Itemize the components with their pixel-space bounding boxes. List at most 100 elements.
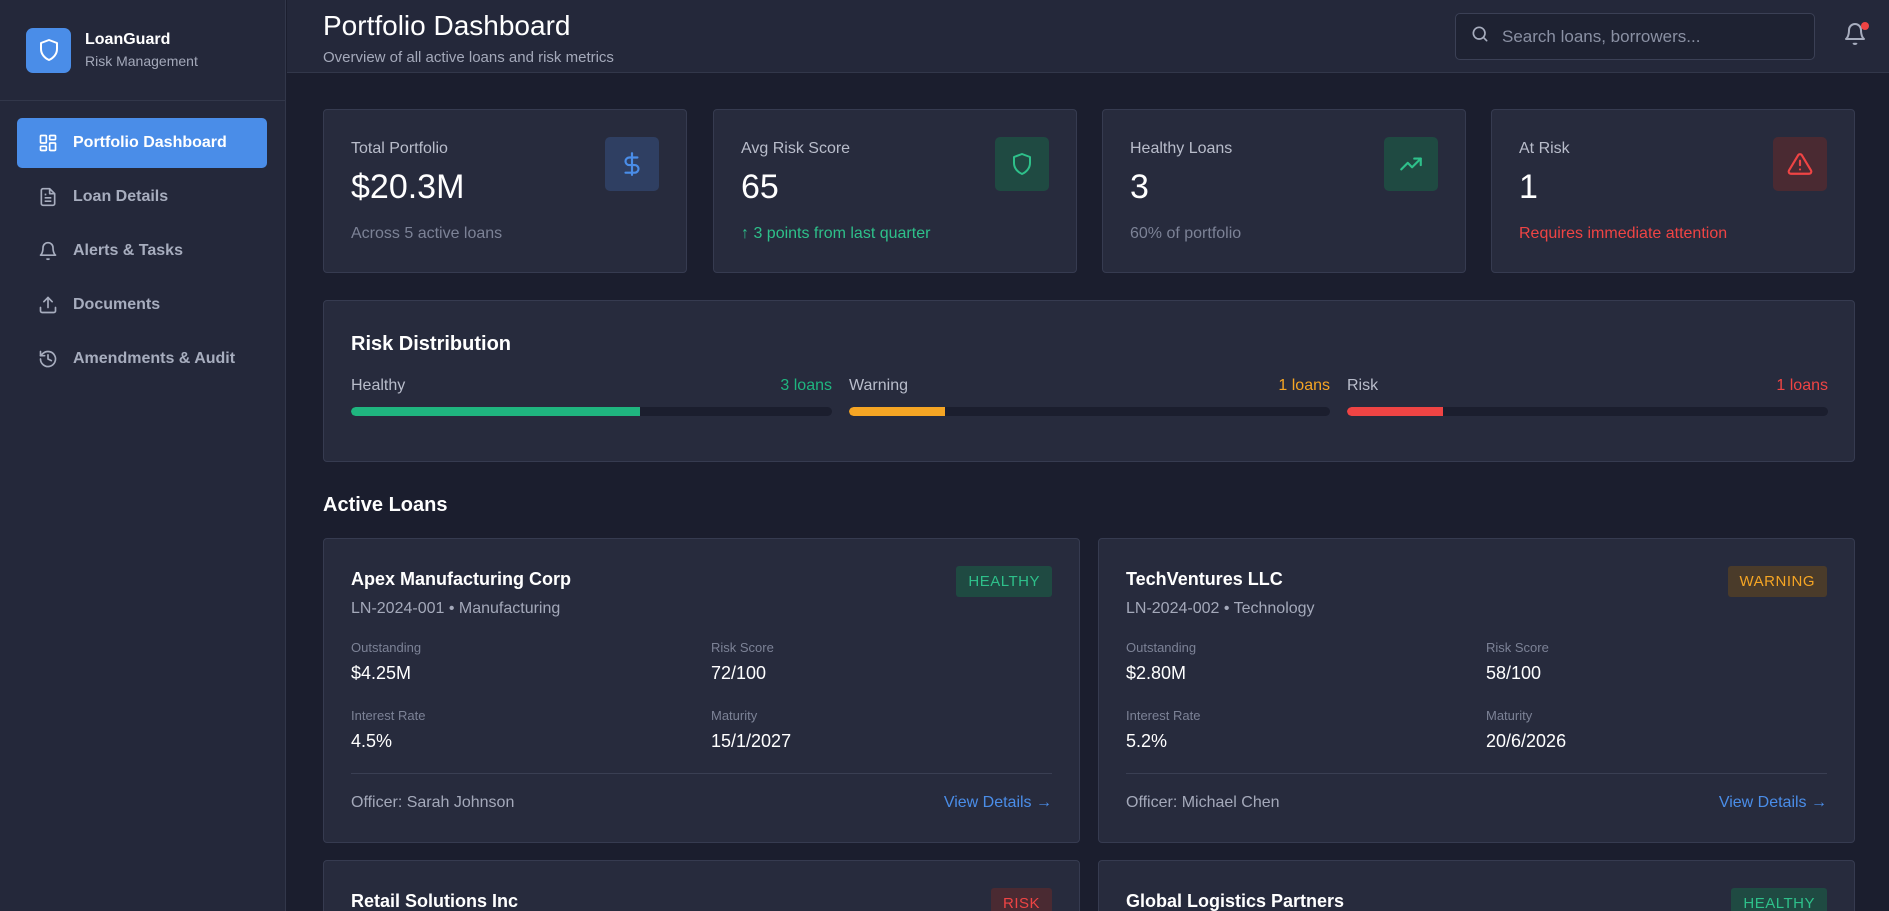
distribution-label: Risk [1347, 377, 1379, 394]
field-label: Interest Rate [1126, 708, 1201, 723]
risk-distribution-risk: Risk 1 loans [1347, 377, 1828, 416]
maturity-field: Maturity 20/6/2026 [1486, 708, 1566, 752]
history-icon [37, 348, 59, 370]
field-label: Outstanding [1126, 640, 1197, 655]
sidebar-item-alerts-tasks[interactable]: Alerts & Tasks [17, 226, 267, 276]
field-label: Maturity [711, 708, 758, 723]
outstanding-field: Outstanding $2.80M [1126, 640, 1196, 684]
loan-name: TechVentures LLC [1126, 569, 1283, 589]
loan-name: Apex Manufacturing Corp [351, 569, 572, 589]
outstanding-field: Outstanding $4.25M [351, 640, 421, 684]
stat-value: 3 [1130, 168, 1149, 206]
distribution-count: 1 loans [1776, 377, 1828, 394]
stat-label: At Risk [1519, 140, 1570, 157]
sidebar-item-portfolio-dashboard[interactable]: Portfolio Dashboard [17, 118, 267, 168]
sidebar-item-documents[interactable]: Documents [17, 280, 267, 330]
stat-label: Healthy Loans [1130, 140, 1233, 157]
interest-rate-field: Interest Rate 4.5% [351, 708, 425, 752]
divider [351, 773, 1052, 774]
stat-value: $20.3M [351, 168, 465, 206]
status-badge: HEALTHY [956, 566, 1052, 597]
view-details-link[interactable]: View Details → [1719, 794, 1827, 812]
stat-card-at-risk: At Risk 1 Requires immediate attention [1491, 109, 1855, 273]
dollar-icon [605, 137, 659, 191]
loan-officer: Officer: Michael Chen [1126, 794, 1280, 811]
stat-card-avg-risk-score: Avg Risk Score 65 ↑ 3 points from last q… [713, 109, 1077, 273]
progress-track [849, 407, 1330, 416]
upload-icon [37, 294, 59, 316]
risk-distribution-panel: Risk Distribution Healthy 3 loans Warnin… [323, 300, 1855, 462]
field-label: Maturity [1486, 708, 1533, 723]
loan-meta: LN-2024-001 • Manufacturing [351, 600, 561, 617]
stat-note: Across 5 active loans [351, 225, 503, 242]
progress-track [351, 407, 832, 416]
stat-card-total-portfolio: Total Portfolio $20.3M Across 5 active l… [323, 109, 687, 273]
maturity-field: Maturity 15/1/2027 [711, 708, 791, 752]
search-input[interactable] [1502, 26, 1802, 47]
stat-note: Requires immediate attention [1519, 225, 1728, 242]
trending-up-icon [1384, 137, 1438, 191]
risk-distribution-healthy: Healthy 3 loans [351, 377, 832, 416]
stat-note: ↑ 3 points from last quarter [741, 225, 931, 242]
field-value: 4.5% [351, 731, 393, 751]
status-badge: WARNING [1727, 566, 1827, 597]
shield-icon [26, 27, 71, 73]
field-value: 20/6/2026 [1486, 731, 1567, 751]
brand-name: LoanGuard [85, 31, 171, 48]
sidebar-item-label: Portfolio Dashboard [73, 134, 227, 151]
loan-meta: LN-2024-002 • Technology [1126, 600, 1315, 617]
field-label: Outstanding [351, 640, 422, 655]
field-value: 72/100 [711, 663, 767, 683]
stat-label: Avg Risk Score [741, 140, 851, 157]
search-icon [1470, 24, 1490, 49]
loan-card: TechVentures LLC LN-2024-002 • Technolog… [1098, 538, 1855, 843]
sidebar-item-label: Alerts & Tasks [73, 242, 183, 259]
alert-triangle-icon [1773, 137, 1827, 191]
document-icon [37, 186, 59, 208]
sidebar-nav: Portfolio Dashboard Loan Details Alerts … [0, 101, 285, 384]
loan-card: Retail Solutions Inc RISK [323, 860, 1080, 911]
interest-rate-field: Interest Rate 5.2% [1126, 708, 1200, 752]
sidebar-item-amendments-audit[interactable]: Amendments & Audit [17, 334, 267, 384]
shield-icon [995, 137, 1049, 191]
risk-score-field: Risk Score 72/100 [711, 640, 774, 684]
status-badge: RISK [990, 888, 1052, 911]
progress-fill [1347, 407, 1444, 416]
sidebar-item-loan-details[interactable]: Loan Details [17, 172, 267, 222]
notification-dot [1861, 22, 1869, 30]
stat-value: 1 [1519, 168, 1538, 206]
risk-distribution-warning: Warning 1 loans [849, 377, 1330, 416]
loan-name: Retail Solutions Inc [351, 891, 519, 911]
distribution-label: Warning [849, 377, 908, 394]
stat-label: Total Portfolio [351, 140, 448, 157]
field-value: 15/1/2027 [711, 731, 792, 751]
progress-fill [849, 407, 946, 416]
field-label: Risk Score [1486, 640, 1549, 655]
stat-card-healthy-loans: Healthy Loans 3 60% of portfolio [1102, 109, 1466, 273]
view-details-link[interactable]: View Details → [944, 794, 1052, 812]
search-box[interactable] [1455, 13, 1815, 60]
distribution-count: 3 loans [780, 377, 832, 394]
status-badge: HEALTHY [1731, 888, 1827, 911]
brand: LoanGuard Risk Management [0, 0, 285, 101]
field-value: 5.2% [1126, 731, 1168, 751]
field-label: Risk Score [711, 640, 774, 655]
divider [1126, 773, 1827, 774]
distribution-count: 1 loans [1278, 377, 1330, 394]
field-label: Interest Rate [351, 708, 426, 723]
progress-track [1347, 407, 1828, 416]
loan-card: Global Logistics Partners HEALTHY [1098, 860, 1855, 911]
header: Portfolio Dashboard Overview of all acti… [287, 0, 1889, 73]
page-title: Portfolio Dashboard [323, 10, 571, 41]
stat-value: 65 [741, 168, 779, 206]
active-loans-title: Active Loans [323, 494, 448, 516]
loan-card: Apex Manufacturing Corp LN-2024-001 • Ma… [323, 538, 1080, 843]
risk-score-field: Risk Score 58/100 [1486, 640, 1549, 684]
field-value: $4.25M [351, 663, 412, 683]
sidebar: LoanGuard Risk Management Portfolio Dash… [0, 0, 286, 911]
progress-fill [351, 407, 640, 416]
stat-note: 60% of portfolio [1130, 225, 1242, 242]
grid-icon [37, 132, 59, 154]
notifications-button[interactable] [1843, 22, 1869, 48]
sidebar-item-label: Documents [73, 296, 161, 313]
